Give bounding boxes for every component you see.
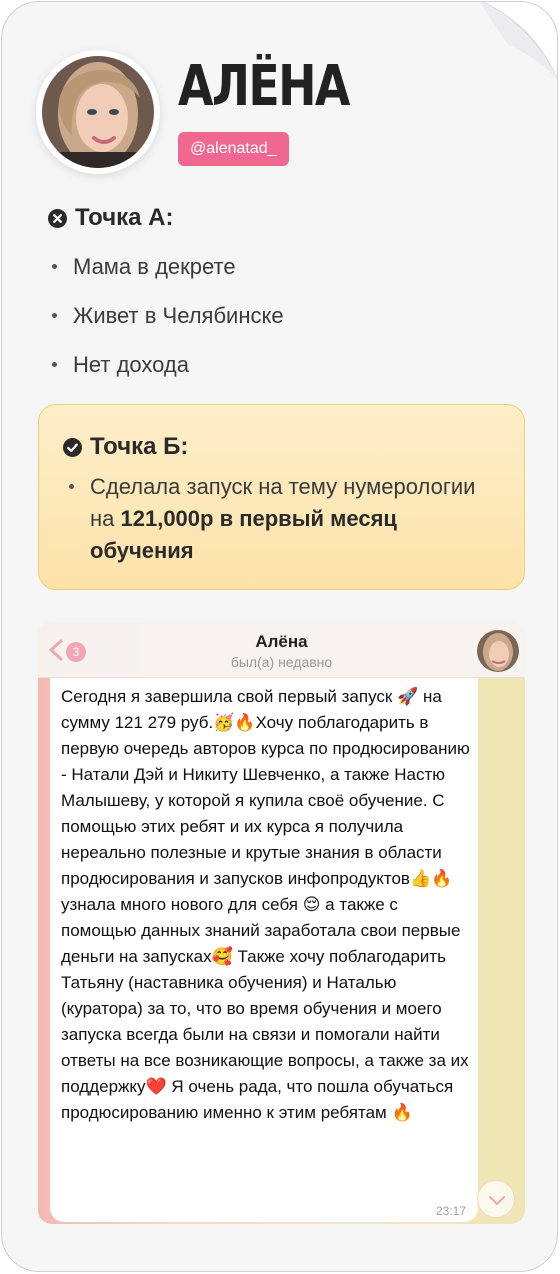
profile-name: АЛЁНА <box>178 54 350 119</box>
point-a-title-text: Точка А: <box>75 204 174 231</box>
message-text: Сегодня я завершила свой первый запуск 🚀… <box>61 687 470 1122</box>
chat-contact-name: Алёна <box>255 632 308 651</box>
chat-avatar[interactable] <box>477 630 519 672</box>
profile-handle-badge[interactable]: @alenatad_ <box>178 132 289 166</box>
list-item: Сделала запуск на тему нумерологии на 12… <box>69 471 499 567</box>
list-item-text: Нет дохода <box>73 351 189 377</box>
message-time: 23:17 <box>435 1204 466 1218</box>
point-b-title: Точка Б: <box>63 433 188 461</box>
x-circle-icon <box>48 208 67 228</box>
scroll-down-button[interactable] <box>477 1180 515 1218</box>
scroll-down-icon <box>489 1196 505 1205</box>
message-bubble[interactable]: Сегодня я завершила свой первый запуск 🚀… <box>50 678 478 1222</box>
point-a-list: Мама в декрете Живет в Челябинске Нет до… <box>52 242 284 389</box>
chat-header: 3 Алёна был(а) недавно <box>38 622 525 678</box>
point-b-list: Сделала запуск на тему нумерологии на 12… <box>69 471 499 567</box>
chat-contact-status: был(а) недавно <box>230 654 333 670</box>
chat-screenshot: 3 Алёна был(а) недавно Сегодня я заверши… <box>38 622 525 1224</box>
page-curl-decoration <box>480 2 557 79</box>
check-circle-icon <box>63 437 82 457</box>
point-b-text-bold: 121,000р в первый месяц обучения <box>90 506 397 563</box>
point-b-title-text: Точка Б: <box>90 433 189 460</box>
list-item: Нет дохода <box>52 340 284 389</box>
list-item-text: Сделала запуск на тему нумерологии на 12… <box>90 471 499 567</box>
point-b-card: Точка Б: Сделала запуск на тему нумероло… <box>38 404 525 590</box>
avatar <box>36 50 160 174</box>
list-item: Мама в декрете <box>52 242 284 291</box>
point-a-title: Точка А: <box>48 204 174 232</box>
avatar-photo <box>42 56 154 168</box>
list-item-text: Мама в декрете <box>73 253 236 279</box>
list-item: Живет в Челябинске <box>52 291 284 340</box>
testimonial-card: АЛЁНА @alenatad_ Точка А: Мама в декрете… <box>1 1 558 1272</box>
list-item-text: Живет в Челябинске <box>73 302 284 328</box>
